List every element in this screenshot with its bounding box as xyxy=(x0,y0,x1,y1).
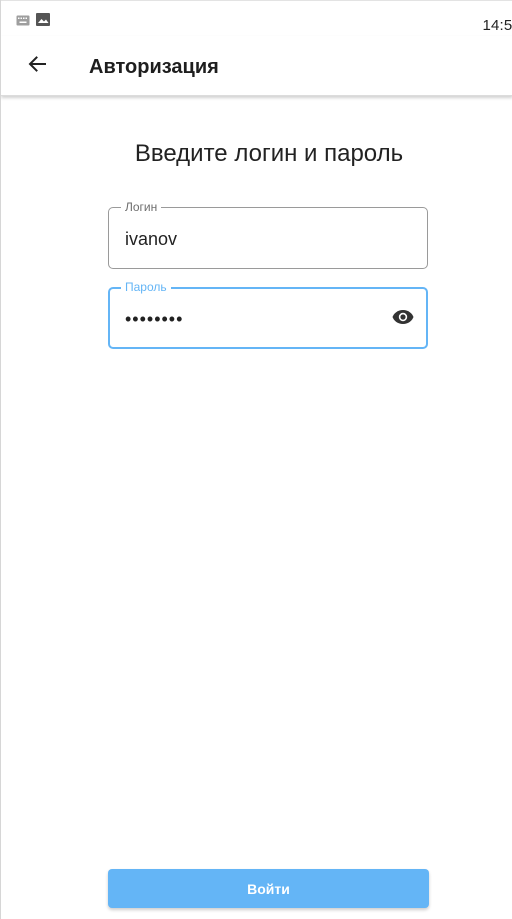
eye-icon xyxy=(392,309,414,330)
status-bar: 14:58 xyxy=(1,0,512,36)
login-button[interactable]: Войти xyxy=(108,869,429,908)
toggle-password-visibility-button[interactable] xyxy=(390,306,416,332)
status-time: 14:58 xyxy=(482,17,512,34)
arrow-back-icon xyxy=(27,54,47,79)
password-label: Пароль xyxy=(121,279,171,295)
page-title: Авторизация xyxy=(89,56,219,78)
app-bar: Авторизация xyxy=(1,36,512,96)
image-icon xyxy=(36,13,50,31)
password-field: Пароль xyxy=(108,279,428,349)
back-button[interactable] xyxy=(21,50,53,82)
form-heading: Введите логин и пароль xyxy=(134,140,404,167)
login-screen: 14:58 Авторизация Введите логин и пароль… xyxy=(0,0,512,919)
password-input[interactable] xyxy=(125,302,395,336)
login-input[interactable] xyxy=(125,222,395,256)
keyboard-icon xyxy=(16,13,30,31)
login-field: Логин xyxy=(108,199,428,269)
login-label: Логин xyxy=(121,199,162,215)
